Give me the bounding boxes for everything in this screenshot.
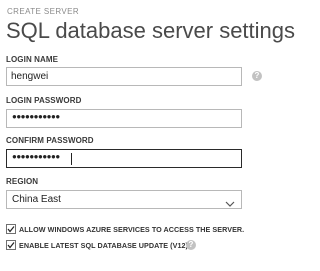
region-select[interactable]: China East xyxy=(6,190,242,209)
login-name-label: LOGIN NAME xyxy=(6,55,59,64)
checkmark-icon xyxy=(7,242,15,249)
enable-latest-update-label[interactable]: ENABLE LATEST SQL DATABASE UPDATE (V12) xyxy=(19,241,188,250)
section-heading: CREATE SERVER xyxy=(7,7,80,16)
confirm-password-label: CONFIRM PASSWORD xyxy=(6,136,94,145)
login-name-field[interactable]: hengwei xyxy=(6,67,242,86)
login-name-value: hengwei xyxy=(11,71,49,82)
confirm-password-field[interactable]: ●●●●●●●●●●● xyxy=(6,149,242,168)
confirm-password-dots: ●●●●●●●●●●● xyxy=(12,152,60,161)
chevron-down-icon xyxy=(225,195,235,213)
allow-azure-services-checkbox[interactable] xyxy=(6,224,16,234)
checkmark-icon xyxy=(7,226,15,233)
page-title: SQL database server settings xyxy=(6,18,296,43)
allow-azure-services-label[interactable]: ALLOW WINDOWS AZURE SERVICES TO ACCESS T… xyxy=(19,225,244,234)
region-label: REGION xyxy=(6,177,39,186)
login-name-help-icon[interactable]: ? xyxy=(252,71,262,81)
region-selected-value: China East xyxy=(12,194,61,205)
login-password-label: LOGIN PASSWORD xyxy=(6,96,82,105)
latest-update-help-icon[interactable]: ? xyxy=(186,240,196,250)
login-password-field[interactable]: ●●●●●●●●●●● xyxy=(6,109,242,128)
login-password-dots: ●●●●●●●●●●● xyxy=(12,112,60,121)
enable-latest-update-checkbox[interactable] xyxy=(6,240,16,250)
text-caret xyxy=(71,153,72,165)
